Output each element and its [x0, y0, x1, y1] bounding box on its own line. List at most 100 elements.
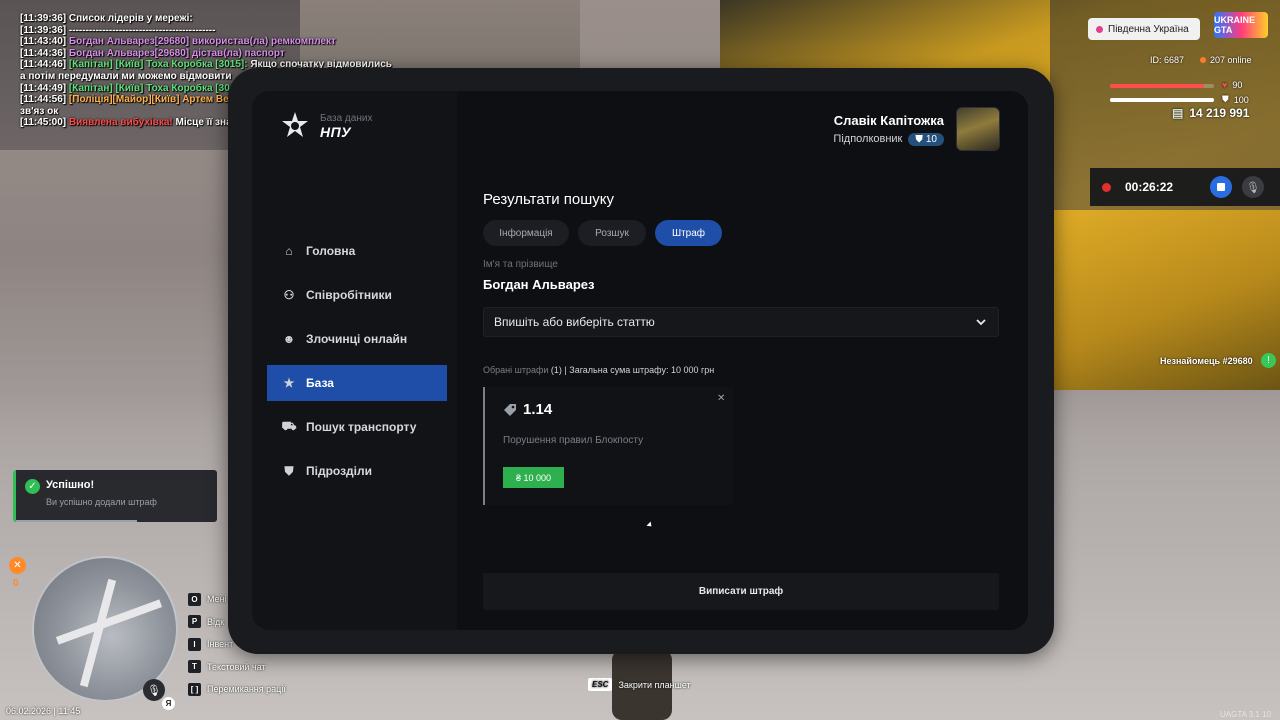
self-marker-badge: Я	[162, 697, 175, 710]
main-content: Славік Капітожка Підполковник ⛊ 10 Резул…	[457, 91, 1028, 630]
health-value: ♥ 90	[1222, 80, 1242, 90]
chat-line: [11:39:36] -----------------------------…	[20, 25, 400, 37]
chat-timestamp: [11:39:36]	[20, 24, 69, 36]
armor-number: 100	[1233, 94, 1249, 105]
microphone-icon: !	[1261, 353, 1276, 368]
fines-summary: Обрані штрафи (1) | Загальна сума штрафу…	[483, 365, 714, 375]
sidebar-item-label: Співробітники	[306, 288, 392, 302]
sidebar-item-label: Злочинці онлайн	[306, 332, 408, 346]
fine-description: Порушення правил Блокпосту	[503, 435, 644, 446]
remove-fine-button[interactable]: ✕	[717, 393, 725, 404]
record-dot-icon	[1102, 182, 1111, 192]
toast-title: Успішно!	[46, 479, 95, 491]
summary-label: Обрані штрафи	[483, 365, 549, 375]
keybind-label: Текстовий чат	[207, 661, 266, 672]
chat-text: Виявлена вибухівка!	[68, 117, 173, 129]
tab-3[interactable]: Штраф	[655, 220, 722, 246]
keybind-key: I	[188, 637, 201, 651]
armor-bar-fill	[1110, 98, 1214, 102]
sidebar-item-4[interactable]: ★ База	[267, 365, 447, 401]
game-logo: UKRAINE GTA	[1214, 12, 1268, 38]
sidebar-item-6[interactable]: ⛊ Підрозділи	[267, 453, 447, 489]
sidebar-item-label: Пошук транспорту	[306, 420, 417, 434]
result-tabs: Інформація Розшук Штраф	[483, 220, 722, 246]
keybind-row: [ ] Перемикання рації	[188, 678, 286, 701]
voice-mic-icon: 🎙	[143, 679, 165, 701]
check-icon: ✓	[25, 479, 40, 494]
server-badge: Південна Україна	[1088, 18, 1200, 40]
hunger-icon: ✕	[9, 557, 26, 574]
people-icon: ⚇	[283, 288, 295, 302]
mute-mic-button[interactable]: 🎙	[1242, 176, 1264, 198]
toast-text: Ви успішно додали штраф	[46, 497, 157, 507]
police-star-icon	[282, 112, 308, 137]
user-profile: Славік Капітожка Підполковник ⛊ 10	[833, 107, 1000, 151]
keybind-key: T	[188, 660, 201, 674]
sidebar-item-5[interactable]: ⛟ Пошук транспорту	[267, 409, 447, 445]
server-name: Південна Україна	[1108, 23, 1189, 35]
mask-icon: ☻	[282, 332, 296, 346]
sidebar-item-2[interactable]: ⚇ Співробітники	[267, 277, 447, 313]
sidebar-item-3[interactable]: ☻ Злочинці онлайн	[267, 321, 447, 357]
esc-key: ESC	[588, 678, 613, 691]
keybind-label: Перемикання рації	[207, 684, 286, 695]
home-icon: ⌂	[285, 244, 293, 258]
keybind-label: Мені	[207, 594, 227, 605]
chat-line: [11:39:36] Список лідерів у мережі:	[20, 13, 400, 25]
chat-text: [Капітан] [Київ] Тоха Коробка [3015]:	[68, 82, 248, 94]
keybind-label: Відк	[207, 616, 225, 627]
npu-logo: База даних НПУ	[280, 111, 372, 141]
chat-timestamp: [11:44:36]	[20, 47, 69, 59]
sidebar: База даних НПУ ⌂ Головна ⚇ Співробітники ☻ Зл…	[252, 91, 457, 630]
chat-text: Список лідерів у мережі:	[68, 13, 193, 24]
sidebar-item-label: Головна	[306, 244, 356, 258]
issue-fine-button[interactable]: Виписати штраф	[483, 573, 999, 610]
chat-line: [11:44:36] Богдан Альварез[29680] дістав…	[20, 48, 400, 60]
player-id: ID: 6687	[1150, 55, 1185, 65]
toast-progress	[16, 520, 137, 522]
tablet-screen: База даних НПУ ⌂ Головна ⚇ Співробітники ☻ Зл…	[252, 91, 1028, 630]
server-dot-icon	[1096, 25, 1103, 33]
sidebar-item-label: База	[306, 376, 334, 390]
recording-panel: 00:26:22 🎙	[1090, 168, 1280, 206]
sidebar-nav: ⌂ Головна ⚇ Співробітники ☻ Злочинці онлайн ★ Б…	[267, 233, 447, 497]
rank-shield-icon: ⛊	[915, 133, 923, 145]
money-amount: 14 219 991	[1189, 106, 1250, 120]
chat-text: Богдан Альварез[29680] дістав(ла) паспор…	[68, 47, 285, 59]
keybind-row: T Текстовий чат	[188, 656, 286, 679]
chat-timestamp: [11:44:46]	[20, 59, 69, 71]
sidebar-item-label: Підрозділи	[306, 464, 372, 478]
tab-2[interactable]: Розшук	[578, 220, 646, 246]
fine-code: 1.14	[503, 401, 552, 418]
record-timer: 00:26:22	[1125, 180, 1174, 194]
chat-text: Богдан Альварез[29680] використав(ла) ре…	[68, 36, 336, 48]
article-select-placeholder: Впишіть або виберіть статтю	[494, 315, 655, 329]
name-field-label: Ім'я та прізвище	[483, 259, 558, 270]
money-display: ▤ 14 219 991	[1172, 106, 1249, 120]
keybind-key: O	[188, 592, 201, 606]
fine-amount-badge: ₴ 10 000	[503, 467, 564, 488]
page-title: Результати пошуку	[483, 191, 614, 208]
name-field-value: Богдан Альварез	[483, 277, 595, 292]
success-toast: ✓ Успішно! Ви успішно додали штраф	[13, 470, 217, 522]
user-name: Славік Капітожка	[833, 112, 944, 128]
stop-recording-button[interactable]	[1210, 176, 1232, 198]
keybind-key: [ ]	[188, 682, 201, 696]
chat-text: [Капітан] [Київ] Тоха Коробка [3015]:	[68, 59, 248, 71]
online-count-label: 207 online	[1210, 55, 1252, 65]
tab-1[interactable]: Інформація	[483, 220, 569, 246]
article-select[interactable]: Впишіть або виберіть статтю	[483, 307, 999, 337]
chat-timestamp: [11:39:36]	[20, 13, 69, 24]
keybind-key: P	[188, 615, 201, 629]
star-icon: ★	[283, 376, 295, 390]
sidebar-item-1[interactable]: ⌂ Головна	[267, 233, 447, 269]
mic-off-icon: 🎙	[1246, 181, 1260, 194]
chat-timestamp: [11:43:40]	[20, 36, 69, 48]
summary-total: (1) | Загальна сума штрафу: 10 000 грн	[548, 365, 715, 375]
fine-code-value: 1.14	[523, 401, 553, 418]
shield-icon: ⛊	[284, 463, 294, 478]
chevron-down-icon	[976, 318, 986, 325]
rank-level: 10	[925, 133, 937, 145]
chat-line: [11:43:40] Богдан Альварез[29680] викори…	[20, 36, 400, 48]
online-count: 207 online	[1200, 55, 1252, 65]
